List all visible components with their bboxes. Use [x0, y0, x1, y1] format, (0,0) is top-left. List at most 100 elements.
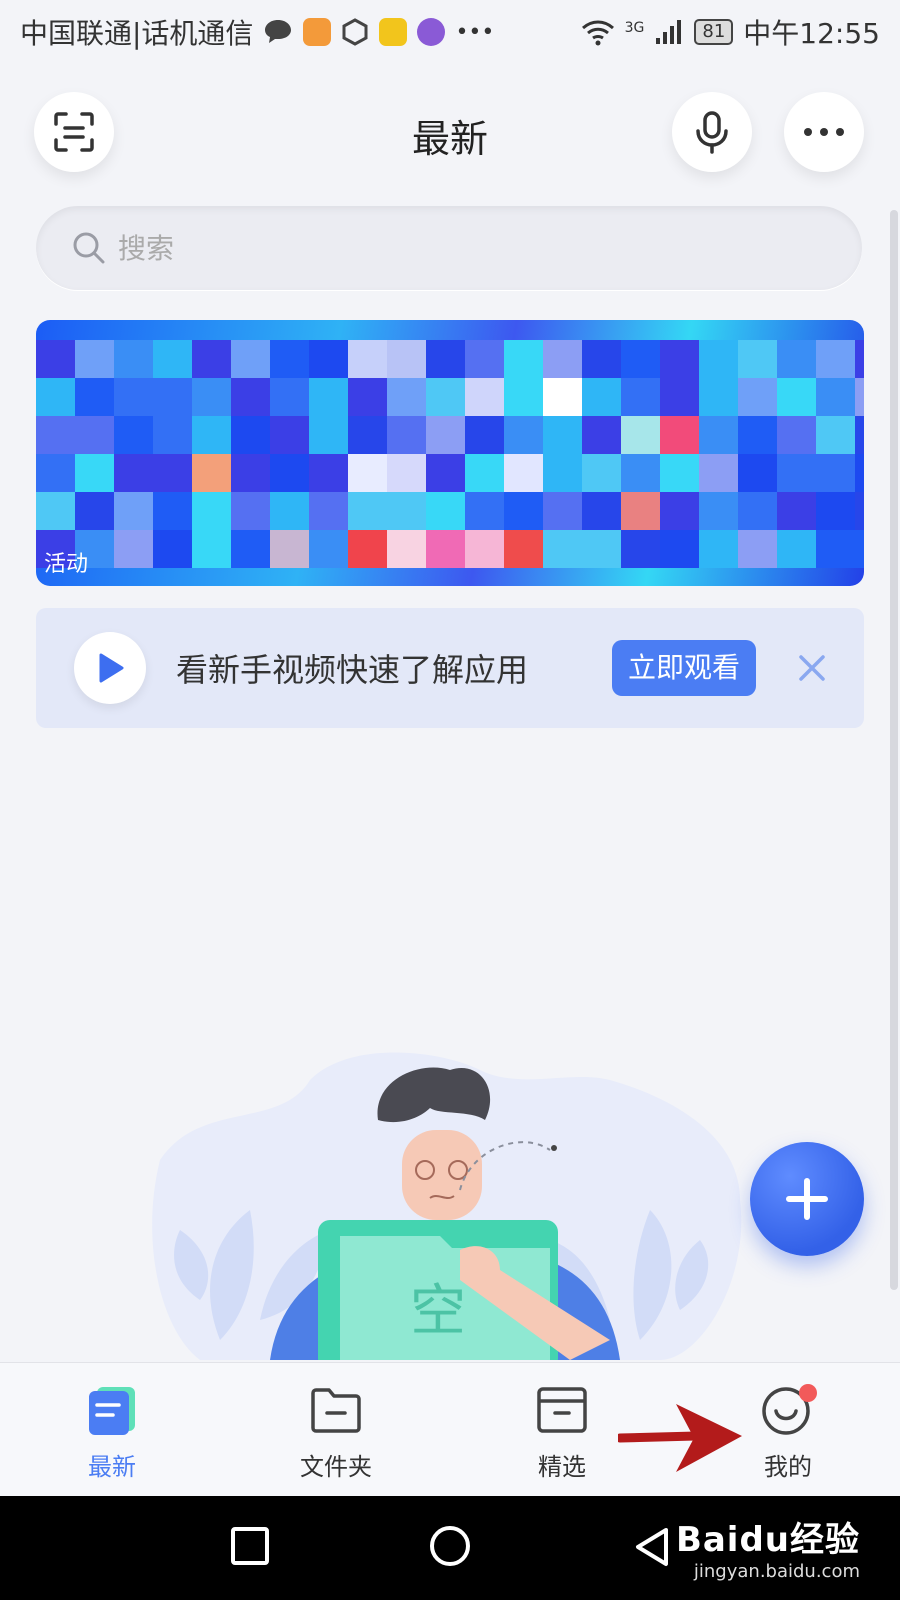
- home-circle-icon[interactable]: [428, 1526, 472, 1570]
- banner-mosaic-tile: [660, 378, 699, 416]
- banner-mosaic-tile: [699, 340, 738, 378]
- voice-search-button[interactable]: [672, 92, 752, 172]
- tab-folders[interactable]: 文件夹: [276, 1383, 396, 1482]
- tutorial-text: 看新手视频快速了解应用: [176, 651, 529, 689]
- banner-mosaic-tile: [309, 530, 348, 568]
- banner-mosaic-tile: [582, 340, 621, 378]
- banner-mosaic-tile: [660, 340, 699, 378]
- banner-mosaic-tile: [36, 378, 75, 416]
- empty-state-illustration: 空: [152, 1052, 742, 1360]
- banner-mosaic-tile: [114, 378, 153, 416]
- banner-mosaic-tile: [36, 416, 75, 454]
- banner-mosaic-tile: [582, 378, 621, 416]
- page-title: 最新: [411, 117, 488, 161]
- watch-now-button[interactable]: 立即观看: [612, 640, 757, 696]
- banner-mosaic-tile: [192, 530, 231, 568]
- banner-mosaic-tile: [543, 454, 582, 492]
- banner-mosaic-tile: [465, 340, 504, 378]
- banner-mosaic-tile: [621, 340, 660, 378]
- banner-mosaic-tile: [504, 416, 543, 454]
- profile-smile-icon: [762, 1384, 817, 1435]
- banner-mosaic-tile: [543, 492, 582, 530]
- uc-browser-icon: [303, 18, 332, 46]
- banner-mosaic-tile: [192, 492, 231, 530]
- recents-square-icon[interactable]: [230, 1526, 270, 1566]
- banner-mosaic-tile: [543, 416, 582, 454]
- banner-mosaic-tile: [777, 378, 816, 416]
- signal-icon: [656, 20, 682, 44]
- banner-mosaic-tile: [543, 378, 582, 416]
- time-label: 中午12:55: [743, 17, 880, 50]
- more-icon: [804, 128, 844, 136]
- banner-mosaic-tile: [504, 530, 543, 568]
- banner-mosaic-tile: [660, 416, 699, 454]
- banner-mosaic-tile: [231, 530, 270, 568]
- banner-mosaic-tile: [738, 530, 777, 568]
- banner-mosaic-tile: [231, 454, 270, 492]
- banner-mosaic-tile: [855, 454, 864, 492]
- banner-mosaic-tile: [192, 454, 231, 492]
- banner-mosaic-tile: [855, 340, 864, 378]
- banner-mosaic-tile: [465, 378, 504, 416]
- tutorial-bar: 看新手视频快速了解应用 立即观看: [36, 608, 864, 728]
- activity-banner[interactable]: 活动: [36, 320, 864, 586]
- status-left: 中国联通|话机通信 •••: [20, 12, 494, 52]
- close-button[interactable]: [792, 648, 832, 688]
- scrollbar[interactable]: [890, 210, 898, 1290]
- banner-mosaic-tile: [309, 416, 348, 454]
- banner-mosaic-tile: [348, 416, 387, 454]
- search-bar[interactable]: [36, 206, 862, 290]
- banner-mosaic-tile: [777, 454, 816, 492]
- back-triangle-icon[interactable]: [632, 1526, 672, 1570]
- more-notifications-icon: •••: [455, 19, 495, 45]
- banner-mosaic-tile: [387, 378, 426, 416]
- banner-mosaic-tile: [621, 454, 660, 492]
- banner-mosaic-tile: [270, 416, 309, 454]
- banner-mosaic-tile: [114, 340, 153, 378]
- tab-featured[interactable]: 精选: [502, 1383, 622, 1482]
- banner-mosaic-tile: [699, 530, 738, 568]
- banner-mosaic-tile: [309, 492, 348, 530]
- banner-image: [36, 340, 864, 568]
- banner-mosaic-tile: [270, 530, 309, 568]
- banner-mosaic-tile: [114, 454, 153, 492]
- banner-mosaic-tile: [738, 492, 777, 530]
- banner-mosaic-tile: [582, 416, 621, 454]
- recent-doc-icon: [89, 1387, 135, 1435]
- tab-featured-label: 精选: [538, 1453, 586, 1481]
- banner-mosaic-tile: [309, 340, 348, 378]
- banner-mosaic-tile: [777, 530, 816, 568]
- banner-mosaic-tile: [36, 340, 75, 378]
- banner-mosaic-tile: [777, 416, 816, 454]
- banner-mosaic-tile: [270, 492, 309, 530]
- tab-profile-label: 我的: [764, 1453, 812, 1481]
- tab-recent[interactable]: 最新: [52, 1383, 172, 1482]
- banner-mosaic-tile: [231, 416, 270, 454]
- banner-mosaic-tile: [75, 492, 114, 530]
- banner-mosaic-tile: [153, 454, 192, 492]
- banner-mosaic-tile: [738, 378, 777, 416]
- tab-folders-label: 文件夹: [300, 1453, 372, 1481]
- banner-mosaic-tile: [621, 530, 660, 568]
- banner-mosaic-tile: [348, 492, 387, 530]
- banner-mosaic-tile: [699, 378, 738, 416]
- banner-mosaic-tile: [621, 416, 660, 454]
- add-button[interactable]: [750, 1142, 864, 1256]
- banner-mosaic-tile: [816, 378, 855, 416]
- system-nav-bar: Baidu经验 jingyan.baidu.com: [0, 1496, 900, 1600]
- play-button[interactable]: [74, 632, 146, 704]
- banner-mosaic-tile: [348, 454, 387, 492]
- banner-mosaic-tile: [153, 416, 192, 454]
- banner-mosaic-tile: [348, 530, 387, 568]
- banner-mosaic-tile: [387, 454, 426, 492]
- banner-mosaic-tile: [738, 416, 777, 454]
- banner-mosaic-tile: [816, 530, 855, 568]
- search-icon: [73, 232, 105, 264]
- search-input[interactable]: [118, 231, 718, 265]
- more-menu-button[interactable]: [784, 92, 864, 172]
- banner-mosaic-tile: [426, 530, 465, 568]
- banner-mosaic-tile: [348, 378, 387, 416]
- bottom-tab-bar: 最新 文件夹 精选 我的: [0, 1362, 900, 1496]
- banner-mosaic-tile: [738, 340, 777, 378]
- banner-mosaic-tile: [426, 492, 465, 530]
